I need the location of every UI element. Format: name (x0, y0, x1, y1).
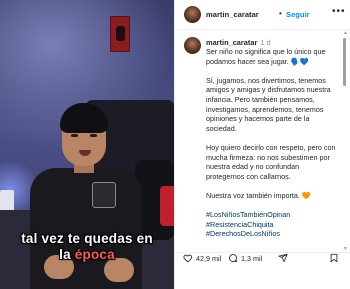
comment-paragraph-1: Ser niño no significa que lo único que p… (206, 47, 326, 66)
heart-icon (183, 254, 193, 263)
avatar[interactable] (184, 6, 201, 23)
red-object (160, 186, 174, 226)
comment-paragraph-2: Sí, jugamos, nos divertimos, tenemos ami… (206, 75, 331, 133)
shirt-print (92, 182, 116, 208)
scroll-up-arrow-icon[interactable]: ▲ (343, 30, 348, 36)
caption-highlight: época (74, 247, 115, 262)
comment-username[interactable]: martin_caratar (206, 38, 257, 47)
post-username[interactable]: martin_caratar (206, 10, 259, 19)
video-caption-line-2: la época (0, 247, 174, 262)
instagram-post-viewer: tal vez te quedas en la época martin_car… (0, 0, 350, 289)
kid-eye-right (90, 134, 97, 137)
bookmark-icon (330, 253, 338, 263)
separator-dot: • (279, 9, 282, 18)
share-icon (278, 253, 288, 263)
caption-comment: martin_caratar 1 d Ser niño no significa … (175, 30, 350, 252)
hashtags: #LosNiñosTambiénOpinan #ResistenciaChiqu… (206, 210, 338, 239)
like-button[interactable]: 42,9 mil (183, 251, 221, 265)
post-header: martin_caratar • Seguir ••• (175, 0, 350, 30)
comment-header: martin_caratar 1 d (206, 38, 271, 47)
wall-poster (110, 16, 130, 52)
scrollbar-thumb[interactable] (343, 38, 346, 86)
save-button[interactable] (329, 251, 342, 265)
share-button[interactable] (278, 251, 291, 265)
like-count[interactable]: 42,9 mil (196, 254, 221, 263)
video-caption-line-1: tal vez te quedas en (21, 231, 153, 246)
caption-prefix: la (59, 247, 75, 262)
comment-timestamp[interactable]: 1 d (260, 38, 270, 47)
comment-paragraph-3: Hoy quiero decirlo con respeto, pero con… (206, 142, 336, 181)
comment-avatar[interactable] (184, 37, 201, 54)
reel-video[interactable]: tal vez te quedas en la época (0, 0, 174, 289)
post-sidebar: martin_caratar • Seguir ••• martin_carat… (174, 0, 350, 289)
comment-paragraph-4: Nuestra voz también importa. 🧡 (206, 190, 311, 200)
comment-body: Ser niño no significa que lo único que p… (206, 47, 338, 239)
hashtag-link[interactable]: #LosNiñosTambiénOpinan (206, 210, 338, 220)
comment-icon (229, 254, 237, 263)
comment-count[interactable]: 1,3 mil (241, 254, 262, 263)
follow-button[interactable]: Seguir (286, 10, 310, 19)
kid-eye-left (71, 134, 78, 137)
comment-button[interactable]: 1,3 mil (228, 251, 262, 265)
more-options-icon[interactable]: ••• (332, 6, 346, 17)
hashtag-link[interactable]: #ResistenciaChiquita (206, 220, 338, 230)
hashtag-link[interactable]: #DerechosDeLosNiños (206, 229, 338, 239)
